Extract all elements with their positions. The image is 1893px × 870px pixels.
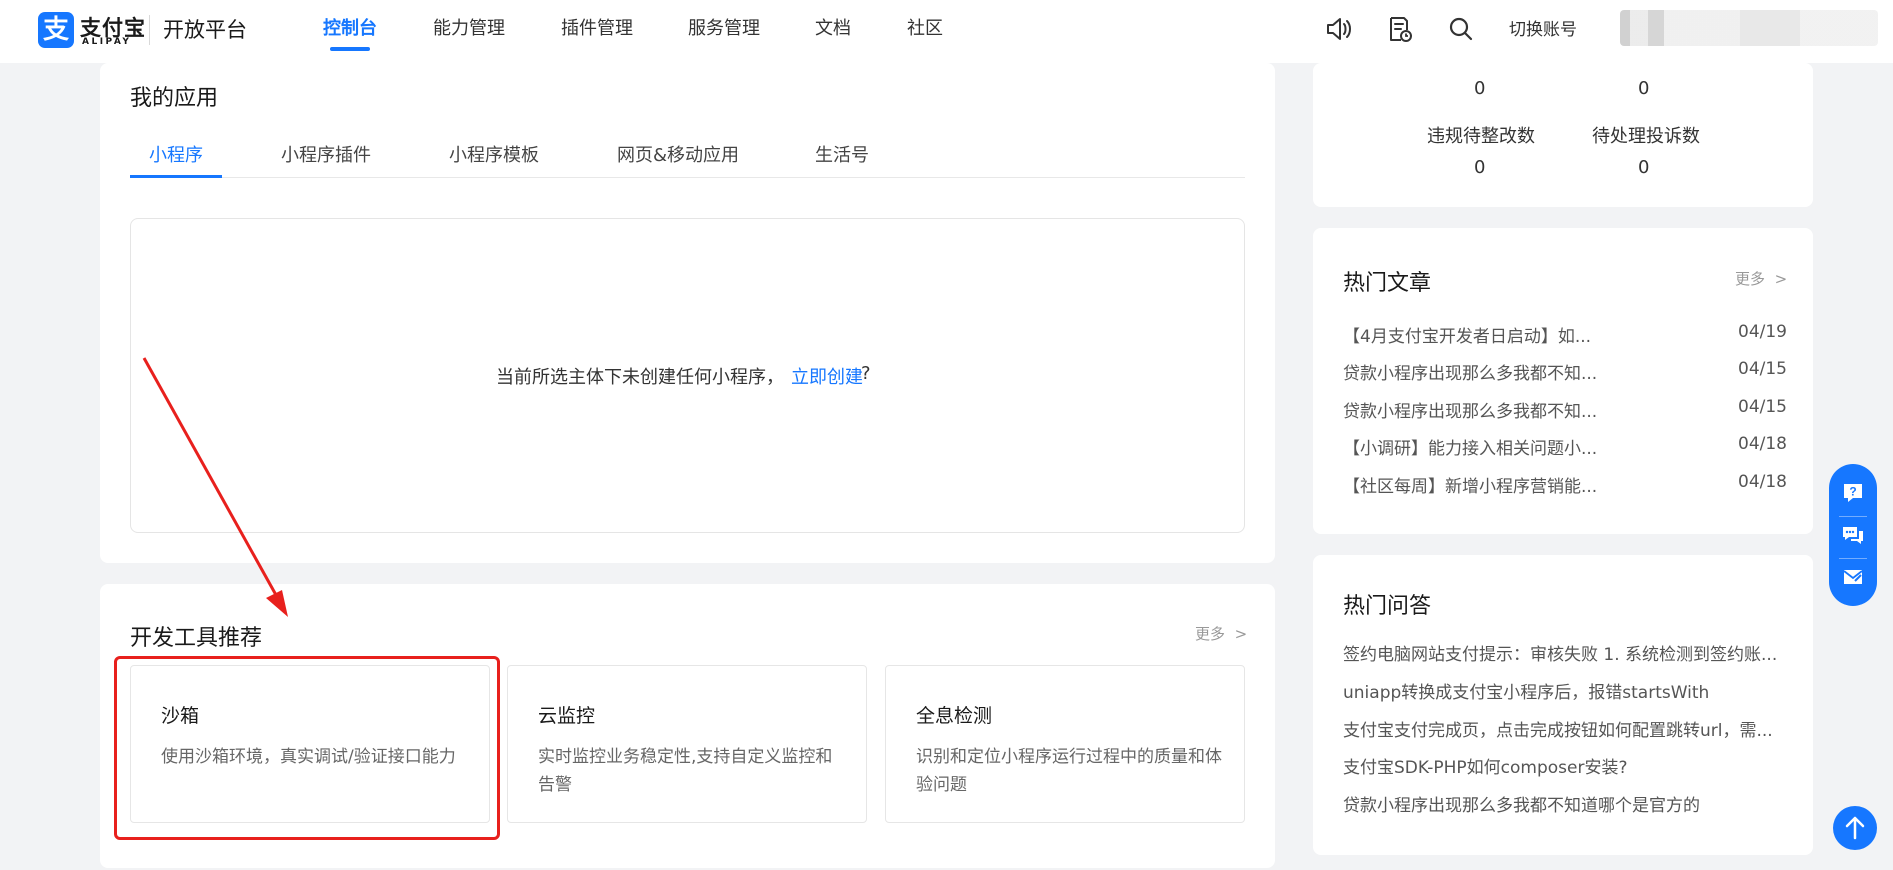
chat-bubbles-icon[interactable] <box>1841 523 1865 547</box>
speaker-icon[interactable] <box>1324 15 1352 43</box>
stats-card <box>1313 63 1813 207</box>
logo-divider <box>149 15 150 45</box>
logo-subtext: ALIPAY <box>82 37 132 47</box>
platform-title[interactable]: 开放平台 <box>163 14 247 44</box>
dev-tools-more-link[interactable]: 更多 > <box>1195 623 1247 644</box>
nav-docs[interactable]: 文档 <box>815 14 851 40</box>
nav-active-indicator <box>330 47 370 51</box>
tool-desc: 实时监控业务稳定性,支持自定义监控和告警 <box>538 747 833 795</box>
empty-state-message: 当前所选主体下未创建任何小程序， <box>496 367 784 388</box>
arrow-up-icon <box>1845 816 1865 840</box>
tab-mini-program-template[interactable]: 小程序模板 <box>449 141 539 167</box>
create-now-link[interactable]: 立即创建 <box>791 363 863 389</box>
back-to-top-button[interactable] <box>1833 806 1877 850</box>
tool-card-holo-detect[interactable]: 全息检测 识别和定位小程序运行过程中的质量和体验问题 <box>885 665 1245 823</box>
nav-capability[interactable]: 能力管理 <box>433 14 505 40</box>
stat-top-value: 0 <box>1474 78 1486 99</box>
nav-console[interactable]: 控制台 <box>323 14 377 40</box>
floating-help-bar: ? <box>1829 464 1877 606</box>
tab-bar-divider <box>130 177 1245 178</box>
stat-top-value: 0 <box>1638 78 1650 99</box>
nav-plugins[interactable]: 插件管理 <box>561 14 633 40</box>
article-link[interactable]: 贷款小程序出现那么多我都不知... <box>1343 359 1597 384</box>
qa-link[interactable]: 签约电脑网站支付提示：审核失败 1. 系统检测到签约账... <box>1343 640 1777 665</box>
stat-label-complaints: 待处理投诉数 <box>1592 126 1700 147</box>
stat-value-violations[interactable]: 0 <box>1474 157 1485 178</box>
tab-mini-program[interactable]: 小程序 <box>149 141 203 167</box>
tool-desc: 识别和定位小程序运行过程中的质量和体验问题 <box>916 747 1222 795</box>
help-question-icon[interactable]: ? <box>1841 481 1865 505</box>
article-date: 04/19 <box>1738 322 1787 342</box>
float-divider <box>1839 516 1867 517</box>
stat-label-violations: 违规待整改数 <box>1427 126 1535 147</box>
article-link[interactable]: 贷款小程序出现那么多我都不知... <box>1343 397 1597 422</box>
tool-name: 全息检测 <box>916 705 993 727</box>
article-date: 04/18 <box>1738 472 1787 492</box>
chevron-right-icon: > <box>1769 270 1788 288</box>
feedback-mail-icon[interactable] <box>1841 565 1865 589</box>
float-divider <box>1839 558 1867 559</box>
svg-text:?: ? <box>1849 485 1856 499</box>
tool-name: 云监控 <box>538 705 596 727</box>
annotation-highlight-box <box>114 656 500 840</box>
article-link[interactable]: 【小调研】能力接入相关问题小... <box>1343 434 1597 459</box>
alipay-logo-icon[interactable]: 支 <box>38 12 74 48</box>
more-label: 更多 <box>1195 625 1226 643</box>
article-date: 04/15 <box>1738 359 1787 379</box>
hot-articles-title: 热门文章 <box>1343 271 1432 296</box>
tool-card-cloud-monitor[interactable]: 云监控 实时监控业务稳定性,支持自定义监控和告警 <box>507 665 867 823</box>
qa-link[interactable]: 贷款小程序出现那么多我都不知道哪个是官方的 <box>1343 791 1700 816</box>
my-apps-title: 我的应用 <box>130 86 219 111</box>
nav-community[interactable]: 社区 <box>907 14 943 40</box>
dev-tools-title: 开发工具推荐 <box>130 626 263 651</box>
more-label: 更多 <box>1735 270 1766 288</box>
article-link[interactable]: 【4月支付宝开发者日启动】如... <box>1343 322 1591 347</box>
qa-link[interactable]: 支付宝SDK-PHP如何composer安装? <box>1343 753 1628 778</box>
empty-state-suffix: ? <box>861 363 871 384</box>
qa-link[interactable]: uniapp转换成支付宝小程序后，报错startsWith <box>1343 678 1709 703</box>
article-link[interactable]: 【社区每周】新增小程序营销能... <box>1343 472 1597 497</box>
article-date: 04/18 <box>1738 434 1787 454</box>
nav-services[interactable]: 服务管理 <box>688 14 760 40</box>
tab-mini-program-plugin[interactable]: 小程序插件 <box>281 141 371 167</box>
top-navbar: 支 支付宝 ALIPAY 开放平台 控制台 能力管理 插件管理 服务管理 文档 … <box>0 0 1893 63</box>
article-date: 04/15 <box>1738 397 1787 417</box>
stat-value-complaints[interactable]: 0 <box>1638 157 1649 178</box>
tab-active-indicator <box>130 175 222 178</box>
search-icon[interactable] <box>1447 15 1475 43</box>
account-avatar[interactable] <box>1620 10 1878 46</box>
chevron-right-icon: > <box>1229 625 1248 643</box>
switch-account-button[interactable]: 切换账号 <box>1509 15 1577 40</box>
hot-articles-more-link[interactable]: 更多 > <box>1735 268 1787 289</box>
tab-web-mobile-app[interactable]: 网页&移动应用 <box>617 141 739 167</box>
hot-qa-title: 热门问答 <box>1343 594 1432 619</box>
tab-life-account[interactable]: 生活号 <box>815 141 869 167</box>
document-clock-icon[interactable] <box>1385 15 1413 43</box>
qa-link[interactable]: 支付宝支付完成页，点击完成按钮如何配置跳转url，需... <box>1343 716 1773 741</box>
